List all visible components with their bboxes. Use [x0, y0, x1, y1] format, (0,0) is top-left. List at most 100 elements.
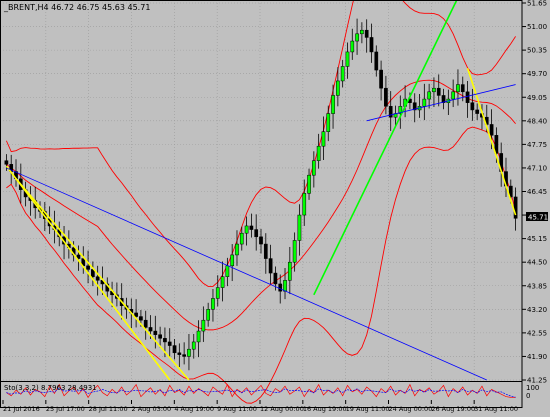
x-tick-label: 21 Jul 2016 — [3, 405, 40, 413]
y-tick-label: 51.65 — [527, 0, 547, 8]
x-tick-label: 2 Aug 03:00 — [132, 405, 172, 413]
bear-candle — [172, 345, 177, 354]
bear-candle — [259, 236, 263, 245]
bear-candle — [364, 29, 369, 38]
bull-candle — [307, 174, 311, 194]
bull-candle — [297, 214, 302, 241]
price-axis: 51.65 51.00 50.35 49.70 49.05 48.40 47.75 47.10… — [0, 0, 547, 408]
y-tick-label: 51.00 — [527, 23, 547, 31]
bear-candle — [384, 87, 388, 107]
trend-line[interactable] — [15, 178, 190, 381]
x-tick-label: 28 Jul 11:00 — [89, 405, 128, 413]
bull-candle — [287, 261, 292, 281]
bear-candle — [268, 258, 273, 274]
bear-candle — [148, 327, 153, 332]
x-tick-label: 31 Aug 11:00 — [474, 405, 518, 413]
bear-candle — [177, 352, 182, 355]
bear-candle — [374, 51, 379, 71]
bull-candle — [230, 254, 235, 267]
bear-candle — [158, 334, 162, 339]
time-axis: 21 Jul 2016 25 Jul 17:00 28 Jul 11:00 2 Aug… — [2, 400, 518, 413]
trend-line[interactable] — [5, 165, 171, 381]
bear-candle — [249, 225, 254, 230]
oscillator-top-label: 100 — [526, 384, 539, 392]
bull-candle — [196, 330, 201, 343]
bull-candle — [201, 319, 206, 332]
bull-candle — [187, 348, 191, 357]
y-tick-label: 47.10 — [527, 164, 547, 172]
bear-candle — [254, 229, 259, 238]
y-tick-label: 48.40 — [527, 117, 547, 125]
middle-band — [6, 79, 516, 331]
trend-lines[interactable] — [5, 0, 517, 381]
y-tick-label: 46.45 — [527, 188, 547, 196]
bull-candle — [422, 98, 427, 107]
bull-candle — [345, 51, 350, 67]
bear-candle — [465, 91, 470, 103]
bear-candle — [273, 272, 278, 285]
y-tick-label: 43.85 — [527, 282, 547, 290]
bull-candle — [316, 145, 321, 161]
bear-candle — [4, 160, 9, 165]
bull-candle — [360, 29, 364, 35]
bull-candle — [451, 91, 455, 100]
bear-candle — [436, 87, 441, 96]
bull-candle — [211, 298, 215, 310]
bear-candle — [369, 37, 374, 53]
oscillator-label: Sto(3,3,2) 8.7963 28.4931 — [4, 384, 97, 392]
x-tick-label: 26 Aug 19:00 — [431, 405, 475, 413]
bull-candle — [206, 309, 211, 321]
x-tick-label: 4 Aug 19:00 — [174, 405, 214, 413]
current-price-label: 45.71 — [528, 214, 548, 222]
bear-candle — [86, 265, 90, 270]
bull-candle — [331, 95, 335, 114]
y-tick-label: 49.70 — [527, 70, 547, 78]
bull-candle — [215, 287, 220, 299]
y-tick-label: 41.90 — [527, 353, 547, 361]
bull-candle — [456, 84, 460, 93]
x-tick-label: 25 Jul 17:00 — [46, 405, 85, 413]
y-tick-label: 45.15 — [527, 235, 547, 243]
x-tick-label: 24 Aug 00:00 — [389, 405, 433, 413]
x-tick-label: 16 Aug 19:00 — [303, 405, 347, 413]
bear-candle — [513, 196, 518, 219]
bull-candle — [292, 240, 297, 263]
chart-frame — [0, 0, 523, 408]
oscillator-bottom-label: 0 — [526, 392, 530, 400]
trend-line[interactable] — [313, 0, 458, 296]
bear-candle — [167, 341, 172, 346]
bull-candle — [340, 66, 345, 82]
y-tick-label: 50.35 — [527, 47, 547, 55]
bull-candle — [432, 87, 436, 93]
bear-candle — [460, 84, 465, 93]
bear-candle — [182, 354, 186, 357]
bear-candle — [475, 109, 480, 114]
price-chart[interactable]: 51.65 51.00 50.35 49.70 49.05 48.40 47.75 47.10… — [0, 0, 550, 413]
bear-candle — [379, 69, 383, 89]
bear-candle — [470, 102, 475, 111]
chart-window[interactable]: 51.65 51.00 50.35 49.70 49.05 48.40 47.75 47.10… — [0, 0, 550, 413]
bear-candle — [489, 124, 494, 136]
bull-candle — [326, 113, 331, 132]
bull-candle — [220, 276, 225, 288]
bear-candle — [143, 319, 148, 328]
chart-header: _BRENT,H4 46.72 46.75 45.63 45.71 — [3, 3, 150, 12]
grid-lines — [0, 2, 522, 381]
trend-line[interactable] — [6, 167, 487, 381]
bear-candle — [263, 243, 268, 259]
x-tick-label: 12 Aug 00:00 — [260, 405, 304, 413]
bull-candle — [244, 225, 249, 234]
bull-candle — [239, 232, 244, 245]
bear-candle — [278, 283, 283, 292]
y-tick-label: 42.55 — [527, 329, 547, 337]
bull-candle — [427, 91, 431, 100]
bull-candle — [336, 80, 340, 96]
x-tick-label: 9 Aug 11:00 — [217, 405, 257, 413]
candles — [4, 18, 518, 371]
bear-candle — [95, 276, 100, 281]
y-tick-label: 49.05 — [527, 94, 547, 102]
bull-candle — [283, 280, 287, 292]
bull-candle — [355, 33, 359, 42]
y-tick-label: 43.20 — [527, 306, 547, 314]
bull-candle — [191, 341, 196, 350]
